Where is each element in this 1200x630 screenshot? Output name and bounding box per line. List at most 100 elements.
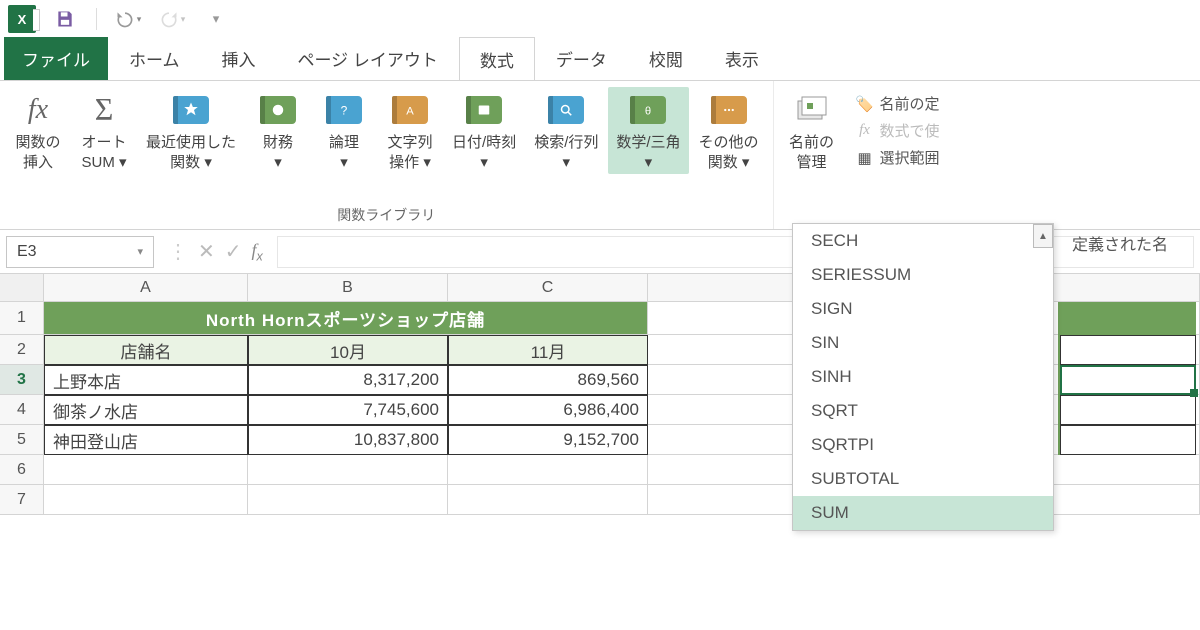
fx-icon[interactable]: fx [252, 240, 263, 264]
autosum-label: オート SUM ▾ [81, 133, 126, 172]
more-functions-button[interactable]: その他の 関数 ▾ [691, 87, 767, 174]
datetime-button[interactable]: 日付/時刻 ▾ [444, 87, 524, 174]
cell-a4[interactable]: 御茶ノ水店 [44, 395, 248, 425]
undo-button[interactable]: ▾ [113, 4, 143, 34]
tab-file[interactable]: ファイル [4, 37, 108, 80]
cell-c7[interactable] [448, 485, 648, 515]
tab-review[interactable]: 校閲 [628, 36, 704, 80]
row-header-7[interactable]: 7 [0, 485, 44, 515]
ribbon: fx 関数の 挿入 Σ オート SUM ▾ 最近使用した 関数 ▾ 財務 ▾ ?… [0, 80, 1200, 230]
func-item-sum[interactable]: SUM [793, 496, 1053, 530]
cell-b7[interactable] [248, 485, 448, 515]
recent-functions-button[interactable]: 最近使用した 関数 ▾ [138, 87, 244, 174]
header-oct[interactable]: 10月 [248, 335, 448, 365]
ribbon-group-label: 関数ライブラリ [337, 202, 435, 227]
create-from-selection-label: 選択範囲 [880, 147, 940, 168]
fx-small-icon: fx [856, 122, 874, 140]
func-item-sinh[interactable]: SINH [793, 360, 1053, 394]
cell-b4[interactable]: 7,745,600 [248, 395, 448, 425]
fx-icon: fx [19, 91, 57, 129]
calendar-book-icon [466, 96, 502, 124]
autosum-button[interactable]: Σ オート SUM ▾ [72, 87, 136, 174]
svg-text:A: A [406, 106, 414, 118]
theta-book-icon: θ [630, 96, 666, 124]
cell-b3[interactable]: 8,317,200 [248, 365, 448, 395]
row-header-2[interactable]: 2 [0, 335, 44, 365]
define-name-button[interactable]: 🏷️名前の定 [856, 93, 940, 114]
func-item-seriessum[interactable]: SERIESSUM [793, 258, 1053, 292]
row-header-1[interactable]: 1 [0, 302, 44, 335]
select-all-corner[interactable] [0, 274, 44, 302]
ribbon-tabs: ファイル ホーム 挿入 ページ レイアウト 数式 データ 校閲 表示 [0, 38, 1200, 80]
cell-a7[interactable] [44, 485, 248, 515]
formula-input[interactable] [277, 236, 1194, 268]
redo-button[interactable]: ▾ [157, 4, 187, 34]
logical-label: 論理 ▾ [329, 133, 359, 172]
func-item-sqrt[interactable]: SQRT [793, 394, 1053, 428]
financial-label: 財務 ▾ [263, 133, 293, 172]
func-item-sign[interactable]: SIGN [793, 292, 1053, 326]
tab-data[interactable]: データ [535, 36, 628, 80]
chevron-down-icon: ▾ [137, 245, 143, 258]
col-header-a[interactable]: A [44, 274, 248, 302]
header-nov[interactable]: 11月 [448, 335, 648, 365]
lookup-label: 検索/行列 ▾ [534, 133, 598, 172]
tab-view[interactable]: 表示 [704, 36, 780, 80]
text-label: 文字列 操作 ▾ [388, 133, 433, 172]
create-from-selection-button[interactable]: ▦選択範囲 [856, 147, 940, 168]
func-item-sin[interactable]: SIN [793, 326, 1053, 360]
tab-home[interactable]: ホーム [108, 36, 201, 80]
tab-insert[interactable]: 挿入 [201, 36, 277, 80]
svg-text:?: ? [341, 104, 348, 118]
logical-button[interactable]: ? 論理 ▾ [312, 87, 376, 174]
lookup-button[interactable]: 検索/行列 ▾ [526, 87, 606, 174]
row-header-3[interactable]: 3 [0, 365, 44, 395]
cell-e3-selected[interactable] [1060, 365, 1196, 395]
cell-fragment[interactable] [1060, 425, 1196, 455]
cancel-formula-button[interactable]: ✕ [198, 239, 215, 264]
tab-pagelayout[interactable]: ページ レイアウト [277, 36, 459, 80]
cell-fragment-title[interactable] [1060, 302, 1196, 335]
more-label: その他の 関数 ▾ [699, 133, 759, 172]
name-manager-button[interactable]: 名前の 管理 [780, 87, 844, 174]
col-header-b[interactable]: B [248, 274, 448, 302]
insert-function-button[interactable]: fx 関数の 挿入 [6, 87, 70, 174]
save-button[interactable] [50, 4, 80, 34]
cell-fragment[interactable] [1060, 395, 1196, 425]
row-header-4[interactable]: 4 [0, 395, 44, 425]
func-item-subtotal[interactable]: SUBTOTAL [793, 462, 1053, 496]
defined-names-group-label: 定義された名 [1072, 231, 1168, 255]
cell-c3[interactable]: 869,560 [448, 365, 648, 395]
financial-button[interactable]: 財務 ▾ [246, 87, 310, 174]
text-button[interactable]: A 文字列 操作 ▾ [378, 87, 442, 174]
cell-b6[interactable] [248, 455, 448, 485]
func-item-sech[interactable]: SECH [793, 224, 1053, 258]
tab-formulas[interactable]: 数式 [459, 37, 535, 81]
header-store[interactable]: 店舗名 [44, 335, 248, 365]
cell-a3[interactable]: 上野本店 [44, 365, 248, 395]
scroll-up-button[interactable]: ▲ [1033, 224, 1053, 248]
row-header-5[interactable]: 5 [0, 425, 44, 455]
math-label: 数学/三角 ▾ [616, 133, 680, 172]
title-cell[interactable]: North Hornスポーツショップ店舗 [44, 302, 648, 335]
cell-c6[interactable] [448, 455, 648, 485]
use-in-formula-label: 数式で使 [880, 120, 940, 141]
qat-customize-button[interactable]: ▾ [201, 4, 231, 34]
cell-b5[interactable]: 10,837,800 [248, 425, 448, 455]
use-in-formula-button[interactable]: fx 数式で使 [856, 120, 940, 141]
coin-book-icon [260, 96, 296, 124]
enter-formula-button[interactable]: ✓ [225, 239, 242, 264]
cell-a6[interactable] [44, 455, 248, 485]
col-header-c[interactable]: C [448, 274, 648, 302]
cell-c5[interactable]: 9,152,700 [448, 425, 648, 455]
row-header-6[interactable]: 6 [0, 455, 44, 485]
cell-a5[interactable]: 神田登山店 [44, 425, 248, 455]
func-item-sqrtpi[interactable]: SQRTPI [793, 428, 1053, 462]
cell-fragment-header[interactable] [1060, 335, 1196, 365]
cell-c4[interactable]: 6,986,400 [448, 395, 648, 425]
right-column-fragment [1058, 302, 1196, 455]
search-book-icon [548, 96, 584, 124]
name-box[interactable]: E3 ▾ [6, 236, 154, 268]
math-trig-button[interactable]: θ 数学/三角 ▾ [608, 87, 688, 174]
excel-logo-icon: X [8, 5, 36, 33]
